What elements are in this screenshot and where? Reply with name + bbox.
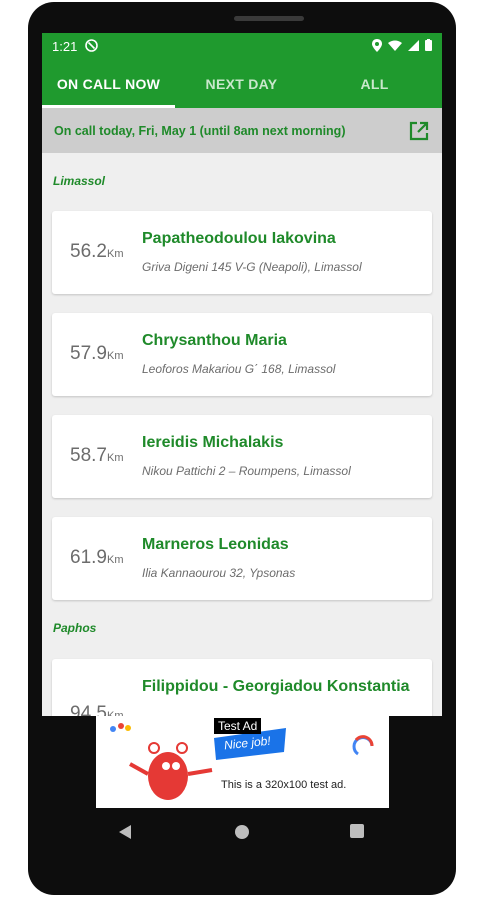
ad-label: Test Ad [214,718,262,734]
section-header-paphos: Paphos [53,621,97,635]
app-screen: 1:21 ON CALL NOW NEXT DAY ALL On call to… [42,33,442,716]
distance: 61.9Km [70,547,124,568]
pharmacy-name: Papatheodoulou Iakovina [142,230,336,247]
open-external-icon[interactable] [408,120,430,142]
sync-icon [85,38,99,55]
wifi-icon [388,39,402,54]
tab-next-day[interactable]: NEXT DAY [175,60,308,108]
distance: 58.7Km [70,445,124,466]
pharmacy-address: Leoforos Makariou G΄ 168, Limassol [142,362,336,376]
pharmacy-name: Filippidou - Georgiadou Konstantia [142,678,410,695]
pharmacy-card[interactable]: 58.7Km Iereidis Michalakis Nikou Pattich… [52,415,432,498]
distance: 56.2Km [70,241,124,262]
section-header-limassol: Limassol [53,174,106,188]
distance: 57.9Km [70,343,124,364]
pharmacy-name: Iereidis Michalakis [142,434,284,451]
tab-all[interactable]: ALL [308,60,441,108]
distance-unit: Km [106,248,124,260]
battery-icon [425,39,432,54]
pharmacy-address: Ilia Kannaourou 32, Ypsonas [142,566,296,580]
recents-icon[interactable] [350,824,364,843]
distance-unit: Km [106,554,124,566]
location-icon [372,38,382,55]
ad-text: This is a 320x100 test ad. [221,779,347,791]
tab-on-call-now[interactable]: ON CALL NOW [42,60,175,108]
home-icon[interactable] [234,824,250,845]
pharmacy-card[interactable]: 56.2Km Papatheodoulou Iakovina Griva Dig… [52,211,432,294]
signal-icon [408,39,419,54]
banner-text: On call today, Fri, May 1 (until 8am nex… [54,123,346,138]
pharmacy-address: Griva Digeni 145 V-G (Neapoli), Limassol [142,260,362,274]
ad-banner[interactable]: Test Ad Nice job! This is a 320x100 test… [96,716,389,808]
distance-unit: Km [106,350,124,362]
pharmacy-card[interactable]: 61.9Km Marneros Leonidas Ilia Kannaourou… [52,517,432,600]
on-call-banner: On call today, Fri, May 1 (until 8am nex… [42,108,442,153]
pharmacy-name: Marneros Leonidas [142,536,289,553]
status-icons [372,38,432,55]
system-nav-bar [28,808,456,858]
pharmacy-name: Chrysanthou Maria [142,332,287,349]
pharmacy-card[interactable]: 94.5Km Filippidou - Georgiadou Konstanti… [52,659,432,716]
pharmacy-address: Nikou Pattichi 2 – Roumpens, Limassol [142,464,351,478]
pharmacy-card[interactable]: 57.9Km Chrysanthou Maria Leoforos Makari… [52,313,432,396]
tab-bar: ON CALL NOW NEXT DAY ALL [42,60,442,108]
status-bar: 1:21 [42,33,442,60]
back-icon[interactable] [118,824,132,845]
distance-unit: Km [106,452,124,464]
status-time: 1:21 [52,39,78,54]
speaker-grille [234,16,304,21]
distance: 94.5Km [70,703,123,716]
